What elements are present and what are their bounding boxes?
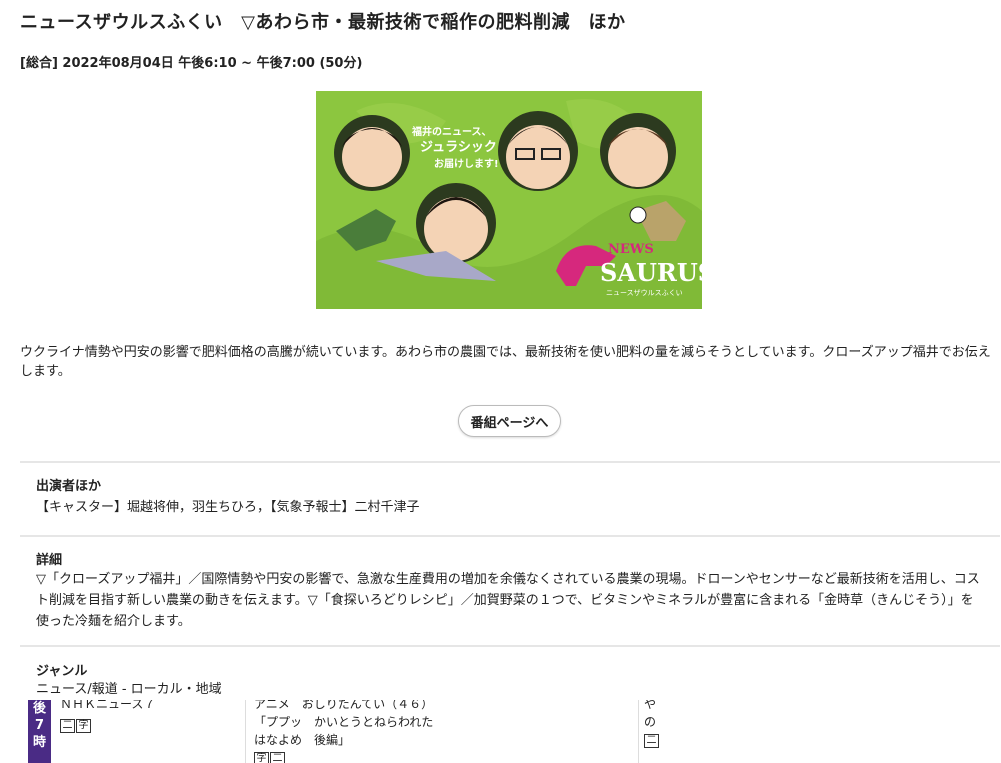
hero-tagline-2: ジュラシック — [420, 140, 497, 155]
timetable-separator — [638, 700, 639, 763]
divider — [20, 461, 1000, 463]
program-airtime: [総合] 2022年08月04日 午後6:10 ~ 午後7:00 (50分) — [20, 56, 363, 71]
hero-logo-sub: ニュースザウルスふくい — [606, 289, 683, 297]
timetable-program-2[interactable]: アニメ おしりたんてい（４６） 「ププッ かいとうとねらわれた はなよめ 後編」… — [254, 700, 634, 763]
timetable-program-1[interactable]: ＮＨＫニュース７ 二字 — [60, 700, 240, 763]
detail-body: ▽「クローズアップ福井」／国際情勢や円安の影響で、急激な生産費用の増加を余儀なく… — [36, 572, 980, 629]
divider — [20, 645, 1000, 647]
program-page-button[interactable]: 番組ページへ — [458, 405, 561, 437]
detail-label: 詳細 — [36, 553, 63, 568]
cast-label: 出演者ほか — [36, 479, 102, 494]
timetable-strip: 後7時 ＮＨＫニュース７ 二字 アニメ おしりたんてい（４６） 「ププッ かいと… — [0, 700, 1001, 763]
cast-body: 【キャスター】堀越将伸，羽生ちひろ，【気象予報士】二村千津子 — [36, 500, 420, 515]
audio-badge: 二 — [270, 751, 285, 763]
timetable-hour: 後7時 — [28, 700, 51, 763]
subtitle-badge: 字 — [76, 718, 91, 733]
hero-logo-news: NEWS — [608, 242, 654, 257]
divider — [20, 535, 1000, 537]
hero-tagline-3: お届けします! — [434, 158, 499, 170]
hero-logo-saurus: SAURUS — [600, 258, 702, 287]
program-title: ニュースザウルスふくい ▽あわら市・最新技術で稲作の肥料削減 ほか — [20, 12, 626, 33]
genre-label: ジャンル — [36, 664, 88, 679]
audio-badge: 二 — [644, 733, 659, 748]
timetable-separator — [245, 700, 246, 763]
subtitle-badge: 字 — [254, 751, 269, 763]
genre-body: ニュース/報道 - ローカル・地域 — [36, 682, 222, 697]
program-hero-image: 福井のニュース、 ジュラシック お届けします! NEWS SAURUS ニュース… — [316, 91, 702, 309]
audio-badge: 二 — [60, 718, 75, 733]
hero-tagline-1: 福井のニュース、 — [411, 125, 492, 138]
program-summary: ウクライナ情勢や円安の影響で肥料価格の高騰が続いています。あわら市の農園では、最… — [20, 345, 991, 379]
timetable-program-3[interactable]: や の 二 — [644, 700, 674, 763]
hero-illustration: 福井のニュース、 ジュラシック お届けします! NEWS SAURUS ニュース… — [316, 91, 702, 309]
